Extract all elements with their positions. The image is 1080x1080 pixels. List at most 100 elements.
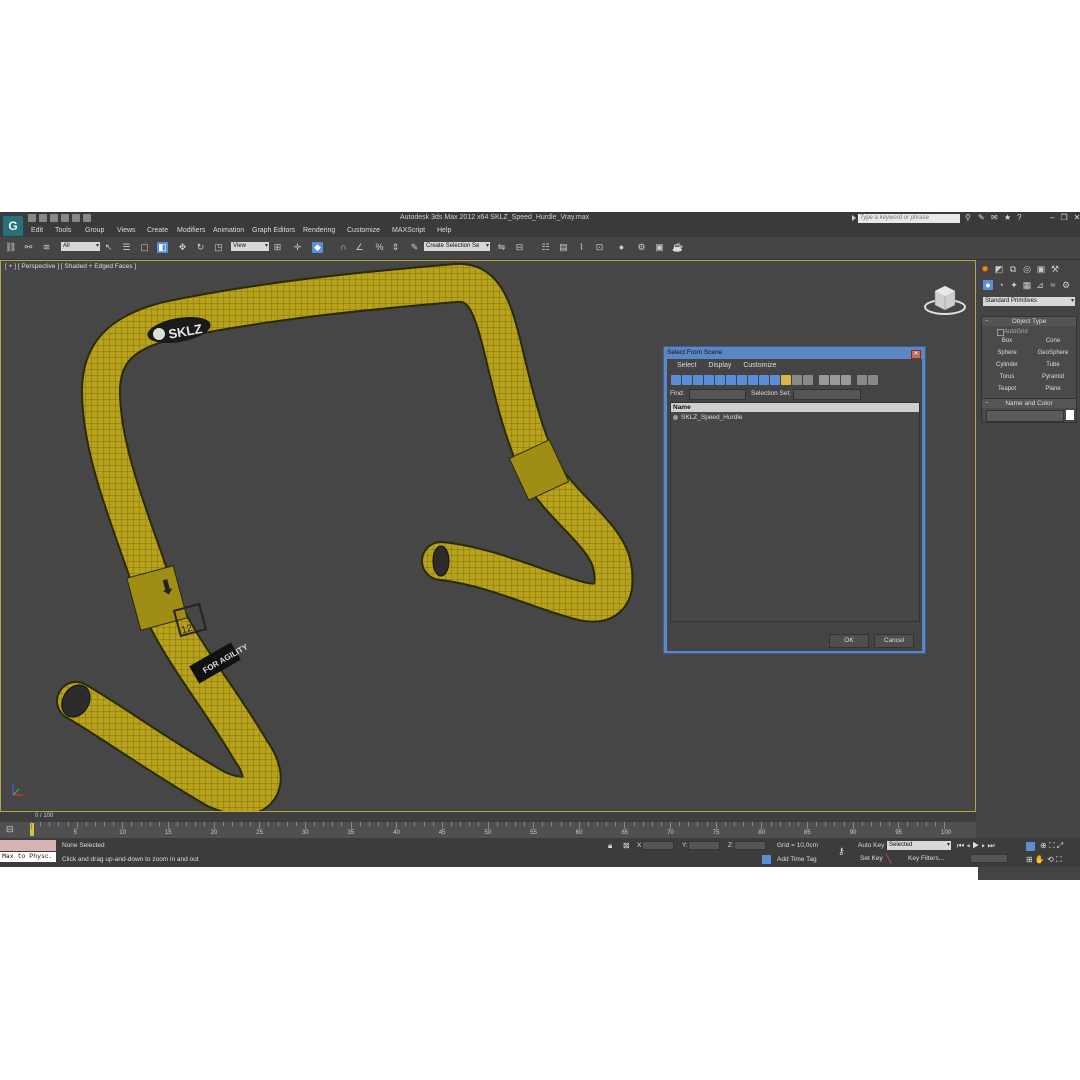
select-none-icon[interactable] xyxy=(830,375,840,385)
save-file-icon[interactable] xyxy=(50,214,58,222)
open-file-icon[interactable] xyxy=(39,214,47,222)
cameras-icon[interactable]: ▦ xyxy=(1022,280,1032,290)
systems-icon[interactable]: ⚙ xyxy=(1061,280,1071,290)
menu-help[interactable]: Help xyxy=(437,227,451,234)
create-tab-icon[interactable]: ✹ xyxy=(980,264,990,274)
selection-filter-dropdown[interactable]: All xyxy=(61,242,100,251)
geometry-icon[interactable]: ● xyxy=(983,280,993,290)
menu-rendering[interactable]: Rendering xyxy=(303,227,335,234)
select-manipulate-icon[interactable]: ✛ xyxy=(292,242,303,253)
z-coordinate-input[interactable] xyxy=(734,841,766,850)
dialog-menu-display[interactable]: Display xyxy=(708,362,731,369)
search-input[interactable]: Type a keyword or phrase xyxy=(858,214,960,223)
key-mode-dropdown[interactable]: Selected xyxy=(887,841,951,850)
menu-views[interactable]: Views xyxy=(117,227,136,234)
filter-containers-icon[interactable] xyxy=(770,375,780,385)
select-invert-icon[interactable] xyxy=(841,375,851,385)
new-file-icon[interactable] xyxy=(28,214,36,222)
restore-icon[interactable]: ❐ xyxy=(1060,213,1067,222)
maxscript-listener-input[interactable]: Max to Physc. xyxy=(0,852,56,862)
list-item[interactable]: SKLZ_Speed_Hurdle xyxy=(671,414,919,421)
set-key-button[interactable]: Set Key xyxy=(860,855,883,862)
unlink-icon[interactable]: ⚯ xyxy=(23,242,34,253)
space-warps-icon[interactable]: ≈ xyxy=(1048,280,1058,290)
pivot-center-icon[interactable]: ⊞ xyxy=(272,242,283,253)
edit-named-selection-icon[interactable]: ✎ xyxy=(409,242,420,253)
y-coordinate-input[interactable] xyxy=(688,841,720,850)
default-in-out-tangent-icon[interactable]: ╲ xyxy=(886,854,891,865)
redo-icon[interactable] xyxy=(72,214,80,222)
menu-modifiers[interactable]: Modifiers xyxy=(177,227,205,234)
object-list[interactable]: Name SKLZ_Speed_Hurdle xyxy=(670,402,920,622)
object-color-swatch[interactable] xyxy=(1066,410,1074,420)
curve-editor-icon[interactable]: ⌇ xyxy=(576,242,587,253)
select-link-icon[interactable]: ⛓ xyxy=(5,242,16,253)
box-button[interactable]: Box xyxy=(986,337,1028,346)
add-time-tag[interactable]: Add Time Tag xyxy=(777,856,817,863)
favorites-icon[interactable]: ★ xyxy=(1004,214,1012,222)
render-production-icon[interactable]: ☕ xyxy=(672,242,683,253)
menu-maxscript[interactable]: MAXScript xyxy=(392,227,425,234)
category-dropdown[interactable]: Standard Primitives xyxy=(983,297,1075,306)
layer-manager-icon[interactable]: ☷ xyxy=(540,242,551,253)
menu-create[interactable]: Create xyxy=(147,227,168,234)
menu-tools[interactable]: Tools xyxy=(55,227,71,234)
display-tab-icon[interactable]: ▣ xyxy=(1036,264,1046,274)
key-filters-button[interactable]: Key Filters... xyxy=(908,855,944,862)
select-scale-icon[interactable]: ◳ xyxy=(213,242,224,253)
filter-funnel-icon[interactable] xyxy=(857,375,867,385)
search-expand-icon[interactable] xyxy=(852,215,856,221)
minimize-icon[interactable]: – xyxy=(1050,213,1054,222)
filter-spacewarps-icon[interactable] xyxy=(726,375,736,385)
bind-space-warp-icon[interactable]: ≋ xyxy=(41,242,52,253)
filter-lights-icon[interactable] xyxy=(693,375,703,385)
plane-button[interactable]: Plane xyxy=(1032,385,1074,394)
autogrid-checkbox[interactable]: AutoGrid xyxy=(982,329,1076,336)
pyramid-button[interactable]: Pyramid xyxy=(1032,373,1074,382)
menu-animation[interactable]: Animation xyxy=(213,227,244,234)
object-type-header[interactable]: Object Type xyxy=(982,317,1076,326)
lock-selection-icon[interactable]: 🔒︎ xyxy=(608,841,612,851)
menu-graph-editors[interactable]: Graph Editors xyxy=(252,227,295,234)
auto-key-button[interactable]: Auto Key xyxy=(858,842,884,849)
menu-group[interactable]: Group xyxy=(85,227,104,234)
dialog-menu-customize[interactable]: Customize xyxy=(743,362,776,369)
render-setup-icon[interactable]: ⚙ xyxy=(636,242,647,253)
application-button[interactable]: G xyxy=(2,215,24,237)
undo-icon[interactable] xyxy=(61,214,69,222)
named-selection-dropdown[interactable]: Create Selection Se xyxy=(424,242,490,251)
select-object-icon[interactable]: ↖ xyxy=(103,242,114,253)
graphite-tools-icon[interactable]: ▤ xyxy=(558,242,569,253)
spinner-snap-icon[interactable]: ⇕ xyxy=(390,242,401,253)
helpers-icon[interactable]: ⊿ xyxy=(1035,280,1045,290)
display-children-icon[interactable] xyxy=(803,375,813,385)
maxscript-listener-top[interactable] xyxy=(0,840,56,851)
project-folder-icon[interactable] xyxy=(83,214,91,222)
torus-button[interactable]: Torus xyxy=(986,373,1028,382)
filter-groups-icon[interactable] xyxy=(737,375,747,385)
viewcube[interactable] xyxy=(923,281,967,317)
rendered-frame-window-icon[interactable]: ▣ xyxy=(654,242,665,253)
geosphere-button[interactable]: GeoSphere xyxy=(1032,349,1074,358)
absolute-mode-icon[interactable]: ⊠ xyxy=(623,841,630,850)
cone-button[interactable]: Cone xyxy=(1032,337,1074,346)
select-rotate-icon[interactable]: ↻ xyxy=(195,242,206,253)
key-icon[interactable]: ⚷ xyxy=(838,846,845,857)
viewport-nav-icons-2[interactable]: ⊞ ✋ ⟲ ⛶ xyxy=(1026,855,1062,865)
filter-frozen-icon[interactable] xyxy=(781,375,791,385)
shapes-icon[interactable]: ◔ xyxy=(996,280,1006,290)
object-name-input[interactable] xyxy=(986,410,1064,422)
sphere-button[interactable]: Sphere xyxy=(986,349,1028,358)
select-move-icon[interactable]: ✥ xyxy=(177,242,188,253)
binoculars-icon[interactable]: ⚲ xyxy=(965,214,973,222)
track-bar[interactable]: ⊟ 5 10 15 20 25 30 35 40 45 50 55 60 65 70 75 80 85 90 95 1… xyxy=(0,822,976,838)
select-by-name-icon[interactable]: ☰ xyxy=(121,242,132,253)
communication-icon[interactable]: ✉ xyxy=(991,214,999,222)
material-editor-icon[interactable]: ● xyxy=(616,242,627,253)
cylinder-button[interactable]: Cylinder xyxy=(986,361,1028,370)
ok-button[interactable]: OK xyxy=(829,634,869,648)
find-input[interactable] xyxy=(689,389,746,400)
filter-geometry-icon[interactable] xyxy=(671,375,681,385)
dialog-menu-select[interactable]: Select xyxy=(677,362,696,369)
align-icon[interactable]: ⊟ xyxy=(514,242,525,253)
